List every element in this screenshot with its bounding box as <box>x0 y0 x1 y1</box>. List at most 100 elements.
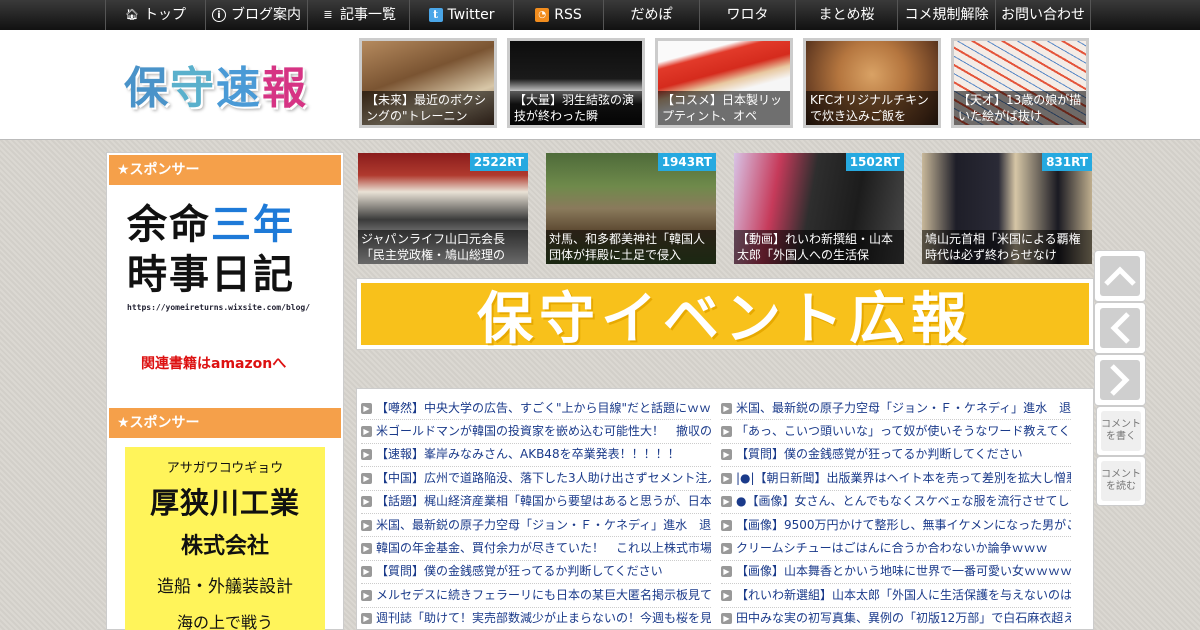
chevron-right-icon: ▶ <box>721 613 732 625</box>
nav-rss[interactable]: ◔ RSS <box>513 0 603 30</box>
list-item[interactable]: ▶ 「あっ、こいつ頭いいな」って奴が使いそうなワード教えてくれ <box>721 420 1071 444</box>
ad-asagawa-kogyo[interactable]: アサガワコウギョウ 厚狭川工業 株式会社 造船・外艤装設計 海の上で戦う <box>125 447 325 630</box>
write-comment-button[interactable]: コメントを書く <box>1096 406 1146 456</box>
header-article-thumb[interactable]: 【コスメ】日本製リップティント、オペ <box>655 38 793 128</box>
link-column-right: ▶ 米国、最新鋭の原子力空母「ジョン・Ｆ・ケネディ」進水 退役 ▶ 「あっ、こいつ頭… <box>721 397 1071 630</box>
scroll-top-inner <box>1100 256 1140 296</box>
previous-article-button[interactable] <box>1094 302 1146 354</box>
thumb-caption: 【未来】最近のボクシングの"トレーニン <box>362 91 494 125</box>
nav-top[interactable]: 🏠︎ トップ <box>105 0 205 30</box>
nav-damepo[interactable]: だめぽ <box>603 0 699 30</box>
ad-amazon-link[interactable]: 関連書籍はamazonへ <box>141 353 286 373</box>
ad2-tagline: 海の上で戦う <box>176 613 273 630</box>
nav-matome-sakura-label: まとめ桜 <box>818 7 875 23</box>
list-item[interactable]: ▶ 【質問】僕の金銭感覚が狂ってるか判断してください <box>361 561 711 585</box>
next-article-button[interactable] <box>1094 354 1146 406</box>
link-column-left: ▶ 【噂然】中央大学の広告、すごく"上から目線"だと話題にｗｗｗ ▶ 米ゴールドマン… <box>361 397 711 630</box>
chevron-right-icon: ▶ <box>721 426 732 438</box>
rt-article-thumb[interactable]: 1502RT 【動画】れいわ新撰組・山本太郎「外国人への生活保 <box>734 153 904 264</box>
article-link-list: ▶ 【噂然】中央大学の広告、すごく"上から目線"だと話題にｗｗｗ ▶ 米ゴールドマン… <box>356 388 1094 630</box>
previous-article-inner <box>1100 308 1140 348</box>
ad-yomei-sannen[interactable]: 余命三年 時事日記 https://yomeireturns.wixsite.c… <box>127 201 327 312</box>
list-item[interactable]: ▶ クリームシチューはごはんに合うか合わないか論争ｗｗｗ <box>721 537 1071 561</box>
chevron-right-icon: ▶ <box>721 543 732 555</box>
event-banner-text: 保守イベント広報 <box>477 286 973 352</box>
nav-twitter-label: Twitter <box>447 7 495 23</box>
chevron-right-icon: ▶ <box>721 519 732 531</box>
nav-comment-unban-label: コメ規制解除 <box>904 7 989 23</box>
list-item[interactable]: ▶ メルセデスに続きフェラーリにも日本の某巨大匿名掲示板見て <box>361 584 711 608</box>
list-item[interactable]: ▶ 田中みな実の初写真集、異例の「初版12万部」で白石麻衣超え <box>721 608 1071 630</box>
home-icon: 🏠︎ <box>125 8 139 21</box>
chevron-right-icon: ▶ <box>361 566 372 578</box>
nav-article-list-label: 記事一覧 <box>340 7 396 23</box>
list-item-text: 米ゴールドマンが韓国の投資家を嵌め込む可能性大！ 撤収の準備 <box>376 424 711 439</box>
write-comment-label: コメントを書く <box>1101 419 1141 442</box>
thumb-caption: 鳩山元首相「米国による覇権時代は必ず終わらせなけ <box>922 230 1092 264</box>
nav-twitter[interactable]: t Twitter <box>409 0 513 30</box>
list-item[interactable]: ▶ 【中国】広州で道路陥没、落下した3人助け出さずセメント注入 <box>361 467 711 491</box>
list-item[interactable]: ▶ 米ゴールドマンが韓国の投資家を嵌め込む可能性大！ 撤収の準備 <box>361 420 711 444</box>
read-comment-label: コメントを読む <box>1101 469 1141 492</box>
list-item[interactable]: ▶ 【話題】梶山経済産業相「韓国から要望はあると思うが、日本の <box>361 491 711 514</box>
sidebar: ★スポンサー 余命三年 時事日記 https://yomeireturns.wi… <box>106 152 344 630</box>
chevron-right-icon: ▶ <box>721 449 732 461</box>
read-comment-inner: コメントを読む <box>1101 461 1141 501</box>
chevron-right-icon: ▶ <box>361 589 372 601</box>
nav-matome-sakura[interactable]: まとめ桜 <box>795 0 897 30</box>
list-item[interactable]: ▶ 【噂然】中央大学の広告、すごく"上から目線"だと話題にｗｗｗ <box>361 397 711 421</box>
nav-blog-guide[interactable]: i ブログ案内 <box>205 0 307 30</box>
list-item-text: 【画像】9500万円かけて整形し、無事イケメンになった男がこち <box>736 517 1071 532</box>
read-comment-button[interactable]: コメントを読む <box>1096 456 1146 506</box>
list-item-text: 米国、最新鋭の原子力空母「ジョン・Ｆ・ケネディ」進水 退役 <box>376 517 711 532</box>
list-item[interactable]: ▶ ●【画像】女さん、とんでもなくスケベェな服を流行させてしまう <box>721 491 1071 514</box>
chevron-right-icon: ▶ <box>361 426 372 438</box>
list-item[interactable]: ▶ 【画像】山本舞香とかいう地味に世界で一番可愛い女ｗｗｗｗｗ <box>721 561 1071 585</box>
logo-char: 守 <box>170 63 216 114</box>
header-article-thumb[interactable]: 【大量】羽生結弦の演技が終わった瞬 <box>507 38 645 128</box>
chevron-right-icon: ▶ <box>361 543 372 555</box>
header-article-thumb[interactable]: KFCオリジナルチキンで炊き込みご飯を <box>803 38 941 128</box>
list-item[interactable]: ▶ 【れいわ新選組】山本太郎「外国人に生活保護を与えないのは <box>721 584 1071 608</box>
rt-article-thumb[interactable]: 1943RT 対馬、和多都美神社「韓国人団体が拝殿に土足で侵入 <box>546 153 716 264</box>
rt-article-thumb[interactable]: 831RT 鳩山元首相「米国による覇権時代は必ず終わらせなけ <box>922 153 1092 264</box>
list-item[interactable]: ▶ 週刊誌「助けて！実売部数減少が止まらないの！今週も桜を見る <box>361 608 711 630</box>
event-banner[interactable]: 保守イベント広報 <box>356 278 1094 352</box>
list-item[interactable]: ▶ 韓国の年金基金、買付余力が尽きていた！ これ以上株式市場 <box>361 537 711 561</box>
thumb-caption: 【動画】れいわ新撰組・山本太郎「外国人への生活保 <box>734 230 904 264</box>
chevron-right-icon: ▶ <box>361 449 372 461</box>
list-item-text: 韓国の年金基金、買付余力が尽きていた！ これ以上株式市場 <box>376 541 711 556</box>
header-article-thumb[interactable]: 【未来】最近のボクシングの"トレーニン <box>359 38 497 128</box>
list-item[interactable]: ▶ 【質問】僕の金銭感覚が狂ってるか判断してください <box>721 444 1071 468</box>
chevron-right-icon: ▶ <box>721 402 732 414</box>
logo-char: 速 <box>216 63 262 114</box>
list-item[interactable]: ▶ 米国、最新鋭の原子力空母「ジョン・Ｆ・ケネディ」進水 退役 <box>721 397 1071 421</box>
list-item-text: クリームシチューはごはんに合うか合わないか論争ｗｗｗ <box>736 541 1048 556</box>
nav-items: 🏠︎ トップ i ブログ案内 ≣ 記事一覧 t Twitter ◔ RSS だめ… <box>105 0 1091 30</box>
chevron-right-icon: ▶ <box>721 472 732 484</box>
list-item-text: 週刊誌「助けて！実売部数減少が止まらないの！今週も桜を見る <box>376 611 711 626</box>
header-article-thumb[interactable]: 【天才】13歳の娘が描いた絵がば抜け <box>951 38 1089 128</box>
list-item[interactable]: ▶ 【速報】峯岸みなみさん、AKB48を卒業発表！！！！！ <box>361 444 711 468</box>
scroll-top-button[interactable] <box>1094 250 1146 302</box>
nav-warota[interactable]: ワロタ <box>699 0 795 30</box>
list-item-text: 【中国】広州で道路陥没、落下した3人助け出さずセメント注入 <box>376 470 711 485</box>
chevron-right-icon: ▶ <box>721 496 732 508</box>
list-item[interactable]: ▶ |●|【朝日新聞】出版業界はヘイト本を売って差別を拡大し憎悪 <box>721 467 1071 491</box>
list-item[interactable]: ▶ 【画像】9500万円かけて整形し、無事イケメンになった男がこち <box>721 514 1071 538</box>
top-navigation-bar: 🏠︎ トップ i ブログ案内 ≣ 記事一覧 t Twitter ◔ RSS だめ… <box>0 0 1200 30</box>
list-item-text: 田中みな実の初写真集、異例の「初版12万部」で白石麻衣超え <box>736 611 1071 626</box>
rt-article-thumb[interactable]: 2522RT ジャパンライフ山口元会長「民主党政権・鳩山総理の <box>358 153 528 264</box>
list-item-text: 【画像】山本舞香とかいう地味に世界で一番可愛い女ｗｗｗｗｗ <box>736 564 1071 579</box>
nav-top-label: トップ <box>144 7 186 23</box>
nav-comment-unban[interactable]: コメ規制解除 <box>897 0 995 30</box>
site-header: 保守速報 【未来】最近のボクシングの"トレーニン 【大量】羽生結弦の演技が終わっ… <box>0 30 1200 140</box>
nav-contact[interactable]: お問い合わせ <box>995 0 1091 30</box>
nav-article-list[interactable]: ≣ 記事一覧 <box>307 0 409 30</box>
site-logo[interactable]: 保守速報 <box>124 52 308 116</box>
sponsor-heading: ★スポンサー <box>109 408 341 438</box>
thumb-caption: ジャパンライフ山口元会長「民主党政権・鳩山総理の <box>358 230 528 264</box>
ad-title-part-blue: 三年 <box>211 202 295 248</box>
logo-char: 保 <box>124 63 170 114</box>
list-item[interactable]: ▶ 米国、最新鋭の原子力空母「ジョン・Ｆ・ケネディ」進水 退役 <box>361 514 711 538</box>
